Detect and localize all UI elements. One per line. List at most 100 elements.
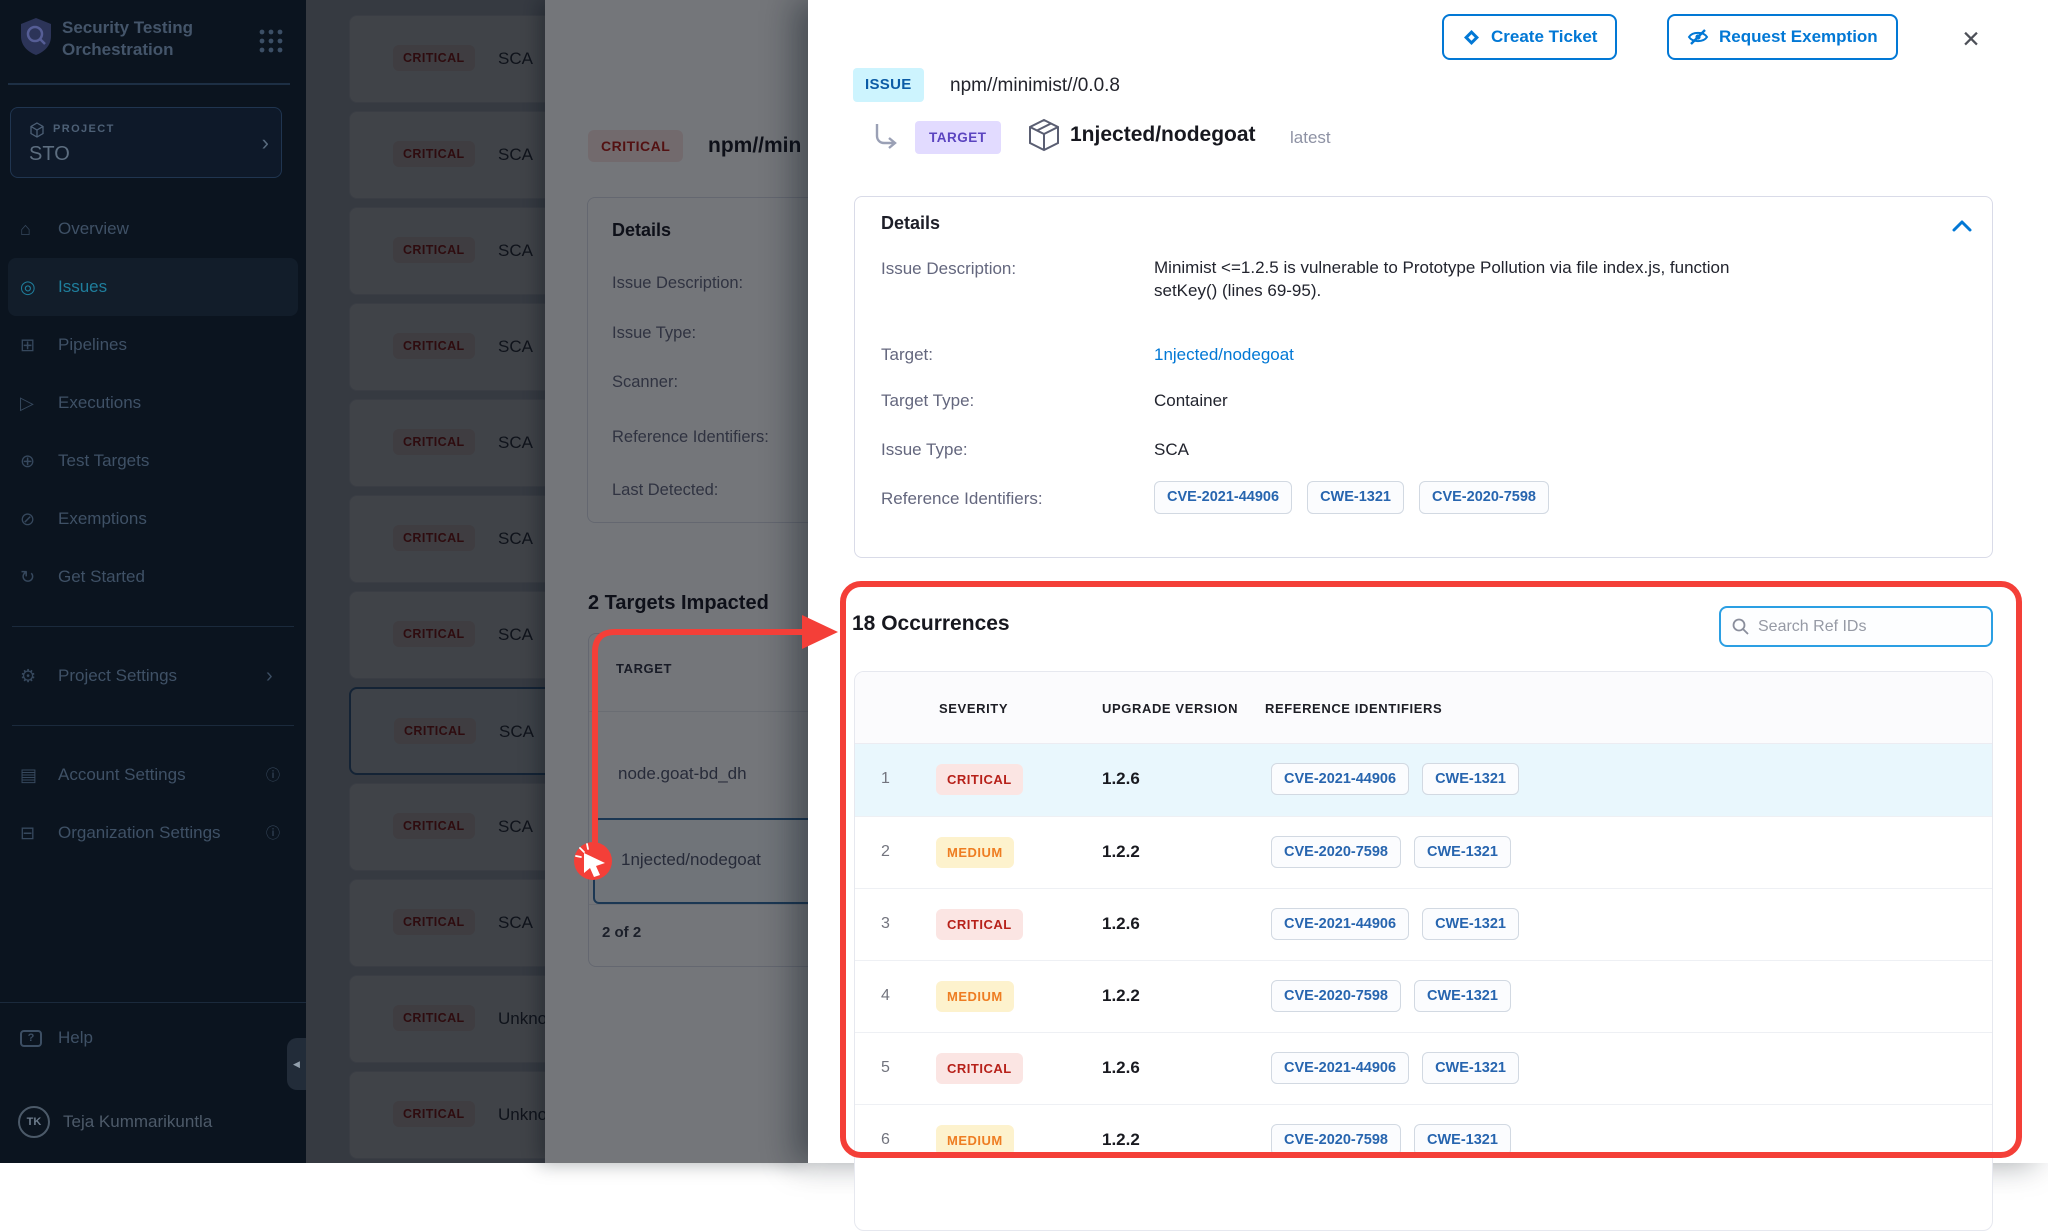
sidebar-item[interactable] <box>12 626 294 627</box>
occurrence-row[interactable]: 1 CRITICAL 1.2.6 CVE-2021-44906CWE-1321 <box>855 744 1992 816</box>
project-name: STO <box>29 143 70 166</box>
reference-chip[interactable]: CWE-1321 <box>1422 1052 1519 1084</box>
reference-chip[interactable]: CWE-1321 <box>1422 908 1519 940</box>
modal-overlay <box>306 0 808 1163</box>
issue-description-value: Minimist <=1.2.5 is vulnerable to Protot… <box>1154 257 1729 302</box>
sidebar-item-label: Issues <box>58 277 258 297</box>
sidebar-header: Security Testing Orchestration <box>0 0 306 90</box>
occurrence-row[interactable]: 5 CRITICAL 1.2.6 CVE-2021-44906CWE-1321 <box>855 1032 1992 1104</box>
sidebar-item-label: Pipelines <box>58 335 266 355</box>
reference-identifier-chips: CVE-2021-44906 CWE-1321 CVE-2020-7598 <box>1154 481 1549 514</box>
nav-item-icon <box>20 219 58 240</box>
upgrade-version: 1.2.2 <box>1102 986 1140 1006</box>
details-heading: Details <box>881 213 940 234</box>
occurrences-table-header: SEVERITY UPGRADE VERSION REFERENCE IDENT… <box>855 672 1992 744</box>
target-link[interactable]: 1njected/nodegoat <box>1154 345 1294 365</box>
field-label: Target Type: <box>881 391 974 411</box>
row-number: 6 <box>881 1131 890 1149</box>
reference-chip[interactable]: CWE-1321 <box>1307 481 1404 514</box>
issue-badge: ISSUE <box>853 68 924 102</box>
package-box-icon <box>1026 116 1062 154</box>
reference-chip[interactable]: CWE-1321 <box>1422 763 1519 795</box>
request-exemption-label: Request Exemption <box>1719 27 1878 47</box>
sidebar-item[interactable] <box>12 725 294 726</box>
reference-chip[interactable]: CVE-2021-44906 <box>1271 1052 1409 1084</box>
chevron-right-icon[interactable]: › <box>262 130 269 156</box>
reference-chip[interactable]: CWE-1321 <box>1414 836 1511 868</box>
sidebar-item-label: Organization Settings <box>58 823 266 843</box>
occurrence-row[interactable]: 3 CRITICAL 1.2.6 CVE-2021-44906CWE-1321 <box>855 888 1992 960</box>
occurrence-row[interactable]: 4 MEDIUM 1.2.2 CVE-2020-7598CWE-1321 <box>855 960 1992 1032</box>
sidebar-item[interactable]: Pipelines <box>0 316 306 374</box>
row-number: 4 <box>881 987 890 1005</box>
upgrade-version: 1.2.2 <box>1102 1130 1140 1150</box>
avatar: TK <box>18 1106 50 1138</box>
occurrences-rows: 1 CRITICAL 1.2.6 CVE-2021-44906CWE-1321 … <box>855 744 1992 1176</box>
nav-item-icon <box>20 823 58 844</box>
user-name: Teja Kummarikuntla <box>63 1112 212 1132</box>
reference-chip[interactable]: CWE-1321 <box>1414 1124 1511 1156</box>
reference-chip[interactable]: CVE-2021-44906 <box>1154 481 1292 514</box>
create-ticket-button[interactable]: Create Ticket <box>1442 14 1617 60</box>
issue-name: npm//minimist//0.0.8 <box>950 75 1120 97</box>
column-header: UPGRADE VERSION <box>1102 701 1238 716</box>
help-button[interactable]: ? Help <box>20 1028 93 1048</box>
nav-item-icon <box>20 509 58 530</box>
project-cube-icon <box>29 122 45 138</box>
nav-trailing-icon <box>266 665 306 688</box>
sidebar-item-label: Test Targets <box>58 451 266 471</box>
reference-chip[interactable]: CVE-2020-7598 <box>1271 836 1401 868</box>
sidebar-item-label: Account Settings <box>58 765 266 785</box>
sidebar-item[interactable]: Test Targets <box>0 432 306 490</box>
sidebar-collapse-handle[interactable]: ◀ <box>287 1038 306 1090</box>
sidebar-item[interactable]: Organization Settings <box>0 804 306 862</box>
diamond-ticket-icon <box>1462 28 1481 47</box>
search-ref-ids[interactable] <box>1719 606 1993 647</box>
divider <box>0 1002 306 1003</box>
sidebar-item[interactable]: Exemptions <box>0 490 306 548</box>
sidebar-item-label: Get Started <box>58 567 266 587</box>
sidebar-item-label: Overview <box>58 219 266 239</box>
chevron-up-icon[interactable] <box>1950 217 1974 235</box>
reference-chip[interactable]: CWE-1321 <box>1414 980 1511 1012</box>
nav-item-icon <box>20 567 58 588</box>
nav-item-icon <box>20 765 58 786</box>
module-grid-icon[interactable] <box>256 26 286 56</box>
help-icon: ? <box>20 1030 42 1047</box>
nav-trailing-icon <box>266 765 306 785</box>
sidebar-item[interactable]: Project Settings <box>0 647 306 705</box>
sidebar-nav: Overview Issues Pipelines Executions <box>0 200 306 862</box>
reference-chip[interactable]: CVE-2020-7598 <box>1271 1124 1401 1156</box>
request-exemption-button[interactable]: Request Exemption <box>1667 14 1898 60</box>
close-icon[interactable]: ✕ <box>1954 22 1988 56</box>
reference-chip[interactable]: CVE-2021-44906 <box>1271 908 1409 940</box>
user-menu[interactable]: TK Teja Kummarikuntla <box>18 1106 212 1138</box>
project-selector[interactable]: PROJECT STO › <box>10 107 282 178</box>
sidebar-item[interactable]: Overview <box>0 200 306 258</box>
nav-item-icon <box>20 451 58 472</box>
occurrence-row[interactable]: 6 MEDIUM 1.2.2 CVE-2020-7598CWE-1321 <box>855 1104 1992 1176</box>
reference-identifier-chips: CVE-2020-7598 CWE-1321 <box>1271 980 1511 1012</box>
target-name: 1njected/nodegoat <box>1070 123 1256 147</box>
issue-detail-drawer: Create Ticket Request Exemption ✕ ISSUE … <box>808 0 2048 1163</box>
sidebar-item[interactable]: Get Started <box>0 548 306 606</box>
details-card: Details Issue Description: Minimist <=1.… <box>854 196 1993 558</box>
field-label: Issue Type: <box>881 440 968 460</box>
field-label: Target: <box>881 345 933 365</box>
reference-chip[interactable]: CVE-2020-7598 <box>1419 481 1549 514</box>
occurrences-heading: 18 Occurrences <box>852 612 1010 636</box>
sidebar-item[interactable]: Issues <box>8 258 298 316</box>
reference-chip[interactable]: CVE-2021-44906 <box>1271 763 1409 795</box>
target-badge: TARGET <box>915 121 1001 154</box>
project-label: PROJECT <box>53 123 115 135</box>
create-ticket-label: Create Ticket <box>1491 27 1597 47</box>
sidebar-item[interactable]: Executions <box>0 374 306 432</box>
reference-chip[interactable]: CVE-2020-7598 <box>1271 980 1401 1012</box>
search-input[interactable] <box>1758 618 1958 636</box>
sidebar-item[interactable]: Account Settings <box>0 746 306 804</box>
nav-item-icon <box>20 393 58 414</box>
app-title: Security Testing Orchestration <box>62 17 193 61</box>
sidebar-item-label: Exemptions <box>58 509 266 529</box>
sidebar-item-label: Executions <box>58 393 266 413</box>
occurrence-row[interactable]: 2 MEDIUM 1.2.2 CVE-2020-7598CWE-1321 <box>855 816 1992 888</box>
